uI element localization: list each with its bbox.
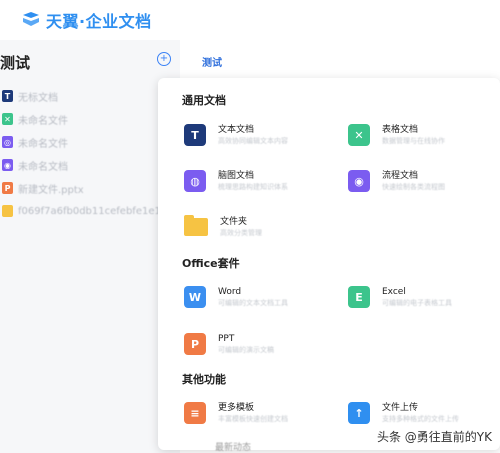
option-title: 流程文档 — [382, 171, 419, 181]
sidebar-file-item[interactable]: T 无标文档 — [2, 87, 58, 105]
create-flow-doc-option[interactable]: ◉ 流程文档 快速绘制各类流程图 — [348, 170, 445, 193]
sidebar-file-item[interactable]: ✕ 未命名文件 — [2, 110, 68, 128]
option-title: Word — [218, 287, 242, 297]
option-desc: 可编辑的演示文稿 — [218, 346, 274, 354]
sidebar-file-item[interactable]: ◎ 未命名文件 — [2, 133, 68, 151]
option-desc: 支持多种格式的文件上传 — [382, 415, 459, 423]
file-label: 未命名文件 — [18, 138, 68, 150]
section-title: 其他功能 — [182, 373, 226, 386]
flow-doc-icon: ◉ — [348, 170, 370, 192]
option-title: 文本文档 — [218, 125, 255, 135]
mindmap-doc-icon: ◍ — [184, 170, 206, 192]
logo-icon — [23, 12, 39, 26]
create-ppt-option[interactable]: P PPT 可编辑的演示文稿 — [184, 333, 274, 356]
ppt-icon: P — [184, 333, 206, 355]
create-text-doc-option[interactable]: T 文本文档 高效协同编辑文本内容 — [184, 124, 288, 147]
more-templates-option[interactable]: ≡ 更多模板 丰富模板快速创建文档 — [184, 402, 288, 425]
create-folder-option[interactable]: 文件夹 高效分类管理 — [184, 215, 262, 239]
current-space-tab[interactable]: 测试 — [202, 54, 222, 69]
file-label: 未命名文件 — [18, 115, 68, 127]
word-icon: W — [184, 286, 206, 308]
sidebar-file-item[interactable]: P 新建文件.pptx — [2, 179, 84, 197]
option-desc: 可编辑的文本文档工具 — [218, 299, 288, 307]
option-desc: 丰富模板快速创建文档 — [218, 415, 288, 423]
folder-icon — [184, 215, 208, 236]
section-title: Office套件 — [182, 257, 240, 270]
watermark: 头条 @勇往直前的YK — [376, 430, 492, 444]
logo-text: 天翼·企业文档 — [46, 12, 152, 31]
file-label: 无标文档 — [18, 92, 58, 104]
ppt-file-icon: P — [2, 182, 13, 194]
top-header: 天翼·企业文档 — [0, 0, 500, 40]
new-document-popup: 通用文档 T 文本文档 高效协同编辑文本内容 ✕ 表格文档 数据管理与在线协作 … — [158, 78, 500, 450]
option-title: 表格文档 — [382, 125, 419, 135]
upload-icon: ↑ — [348, 402, 370, 424]
option-title: 更多模板 — [218, 403, 255, 413]
option-title: 脑图文档 — [218, 171, 255, 181]
file-label: 未命名文档 — [18, 161, 68, 173]
excel-icon: E — [348, 286, 370, 308]
option-desc: 梳理思路构建知识体系 — [218, 183, 288, 191]
option-desc: 可编辑的电子表格工具 — [382, 299, 452, 307]
create-sheet-doc-option[interactable]: ✕ 表格文档 数据管理与在线协作 — [348, 124, 445, 147]
flow-doc-icon: ◉ — [2, 159, 13, 171]
create-word-option[interactable]: W Word 可编辑的文本文档工具 — [184, 286, 288, 309]
sheet-doc-icon: ✕ — [2, 113, 13, 125]
sidebar-file-item[interactable]: ◉ 未命名文档 — [2, 156, 68, 174]
app-logo[interactable]: 天翼·企业文档 — [20, 8, 152, 32]
sheet-doc-icon: ✕ — [348, 124, 370, 146]
option-title: Excel — [382, 287, 406, 297]
peek-text: 最新动态 — [215, 443, 252, 453]
option-title: 文件夹 — [220, 217, 248, 227]
option-desc: 高效协同编辑文本内容 — [218, 137, 288, 145]
space-title: 测试 — [0, 54, 31, 72]
file-upload-option[interactable]: ↑ 文件上传 支持多种格式的文件上传 — [348, 402, 459, 425]
section-title: 通用文档 — [182, 94, 226, 107]
file-label: 新建文件.pptx — [18, 184, 84, 196]
create-mindmap-doc-option[interactable]: ◍ 脑图文档 梳理思路构建知识体系 — [184, 170, 288, 193]
option-title: PPT — [218, 334, 235, 344]
option-desc: 高效分类管理 — [220, 229, 262, 237]
option-desc: 快速绘制各类流程图 — [382, 183, 445, 191]
text-doc-icon: T — [2, 90, 13, 102]
mindmap-doc-icon: ◎ — [2, 136, 13, 148]
folder-icon — [2, 205, 13, 217]
option-desc: 数据管理与在线协作 — [382, 137, 445, 145]
option-title: 文件上传 — [382, 403, 419, 413]
plus-circle-icon[interactable]: + — [157, 52, 171, 66]
create-excel-option[interactable]: E Excel 可编辑的电子表格工具 — [348, 286, 452, 309]
template-icon: ≡ — [184, 402, 206, 424]
text-doc-icon: T — [184, 124, 206, 146]
